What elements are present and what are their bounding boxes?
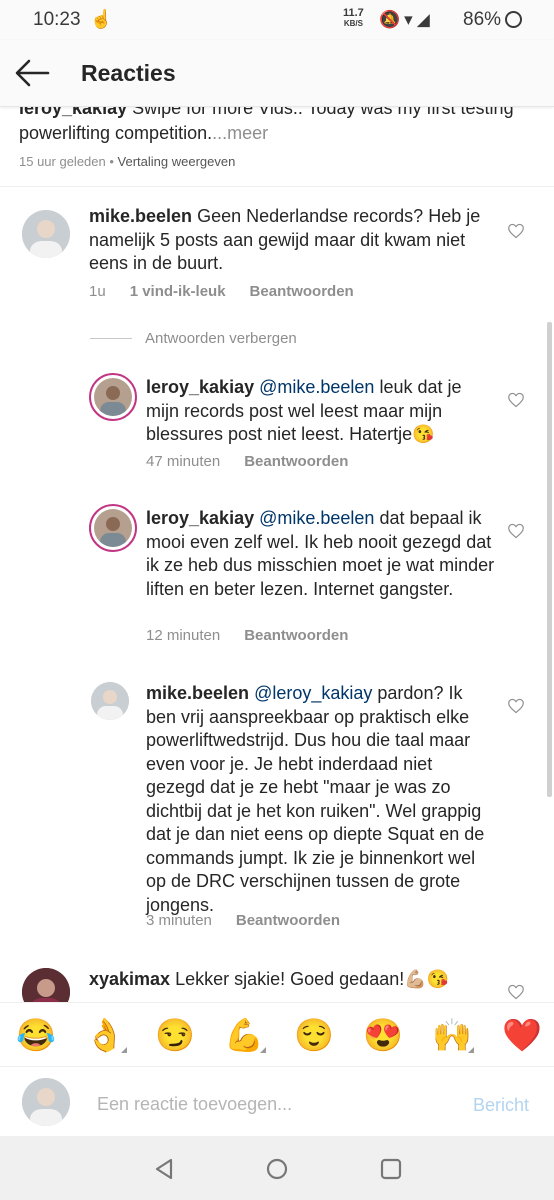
scrollbar[interactable] (547, 322, 552, 797)
avatar-photo (91, 682, 129, 720)
caption-username[interactable]: leroy_kakiay (19, 106, 127, 118)
emoji-red-heart[interactable]: ❤️ (502, 1017, 542, 1053)
comment-composer: Een reactie toevoegen... Bericht (0, 1066, 554, 1137)
avatar (94, 378, 132, 416)
avatar-photo (22, 1078, 70, 1126)
skin-tone-indicator (121, 1047, 127, 1053)
reply-mention[interactable]: @leroy_kakiay (254, 683, 372, 703)
reply-meta: 12 minuten Beantwoorden (146, 627, 348, 644)
like-heart-icon[interactable] (507, 392, 525, 408)
battery-icon (505, 11, 522, 28)
comment-username[interactable]: mike.beelen (89, 206, 192, 226)
status-time: 10:23 (33, 9, 81, 30)
network-speed: 11.7 KB/S (343, 7, 364, 29)
status-bar: 10:23 ☝ 11.7 KB/S 🔕▾◢ 86% (0, 0, 554, 40)
replies-divider (90, 338, 132, 339)
reply-mention[interactable]: @mike.beelen (259, 377, 374, 397)
reply-button[interactable]: Beantwoorden (244, 453, 348, 470)
comment-meta: 1u 1 vind-ik-leuk Beantwoorden (89, 283, 354, 300)
reply-meta: 3 minuten Beantwoorden (146, 912, 340, 929)
emoji-flexed-biceps[interactable]: 💪 (224, 1017, 264, 1053)
comments-list[interactable]: leroy_kakiay Swipe for more Vids.. Today… (0, 106, 554, 1002)
avatar-photo (22, 968, 70, 1002)
avatar[interactable] (22, 210, 70, 258)
page-title: Reacties (81, 60, 176, 86)
status-icons: 🔕▾◢ (379, 10, 434, 30)
reply-mention[interactable]: @mike.beelen (259, 508, 374, 528)
like-count[interactable]: 1 vind-ik-leuk (130, 283, 226, 300)
emoji-heart-eyes[interactable]: 😍 (363, 1017, 403, 1053)
back-arrow-icon[interactable] (14, 58, 50, 88)
reply-text: leroy_kakiay @mike.beelen leuk dat je mi… (146, 377, 462, 444)
caption-divider (0, 186, 554, 187)
emoji-relieved[interactable]: 😌 (294, 1017, 334, 1053)
reply-meta: 47 minuten Beantwoorden (146, 453, 348, 470)
skin-tone-indicator (468, 1047, 474, 1053)
emoji-raising-hands[interactable]: 🙌 (432, 1017, 472, 1053)
emoji-tears-of-joy[interactable]: 😂 (16, 1017, 56, 1053)
comment-text: mike.beelen Geen Nederlandse records? He… (89, 206, 481, 273)
reply-time: 12 minuten (146, 627, 221, 644)
nav-recents-icon[interactable] (379, 1157, 403, 1181)
reply-username[interactable]: mike.beelen (146, 683, 249, 703)
reply-button[interactable]: Beantwoorden (250, 283, 354, 300)
post-button[interactable]: Bericht (473, 1095, 529, 1116)
app-header: Reacties (0, 40, 554, 107)
reply-button[interactable]: Beantwoorden (244, 627, 348, 644)
system-nav-bar (0, 1136, 554, 1200)
emoji-quick-bar: 😂 👌 😏 💪 😌 😍 🙌 ❤️ (0, 1002, 554, 1067)
avatar[interactable] (22, 968, 70, 1002)
avatar (94, 509, 132, 547)
like-heart-icon[interactable] (507, 698, 525, 714)
reply-button[interactable]: Beantwoorden (236, 912, 340, 929)
comment-time: 1u (89, 283, 106, 300)
like-heart-icon[interactable] (507, 984, 525, 1000)
emoji-ok-hand[interactable]: 👌 (85, 1017, 125, 1053)
avatar[interactable] (91, 682, 129, 720)
touch-indicator-icon: ☝ (90, 9, 113, 29)
reply-username[interactable]: leroy_kakiay (146, 377, 254, 397)
like-heart-icon[interactable] (507, 523, 525, 539)
reply-time: 47 minuten (146, 453, 221, 470)
reply-text: leroy_kakiay @mike.beelen dat bepaal ik … (146, 508, 495, 599)
post-caption: leroy_kakiay Swipe for more Vids.. Today… (19, 106, 529, 146)
current-user-avatar (22, 1078, 70, 1126)
wifi-icon: ▾ (404, 10, 417, 29)
like-heart-icon[interactable] (507, 223, 525, 239)
hide-replies-button[interactable]: Antwoorden verbergen (145, 330, 297, 347)
comment-username[interactable]: xyakimax (89, 969, 170, 989)
translate-link[interactable]: Vertaling weergeven (118, 154, 236, 169)
avatar-story-ring[interactable] (89, 504, 137, 552)
nav-back-icon[interactable] (152, 1157, 176, 1181)
emoji-smirk[interactable]: 😏 (155, 1017, 195, 1053)
skin-tone-indicator (260, 1047, 266, 1053)
caption-more-link[interactable]: ...meer (212, 123, 268, 143)
nav-home-icon[interactable] (265, 1157, 289, 1181)
signal-icon: ◢ (416, 10, 434, 29)
avatar-photo (22, 210, 70, 258)
battery-percent: 86% (463, 9, 502, 30)
reply-text: mike.beelen @leroy_kakiay pardon? Ik ben… (146, 683, 485, 915)
caption-time: 15 uur geleden (19, 154, 106, 169)
comment-text: xyakimax Lekker sjakie! Goed gedaan!💪🏼😘 (89, 969, 450, 989)
caption-meta: 15 uur geleden • Vertaling weergeven (19, 154, 236, 169)
comment-input[interactable]: Een reactie toevoegen... (97, 1094, 292, 1115)
reply-time: 3 minuten (146, 912, 212, 929)
reply-username[interactable]: leroy_kakiay (146, 508, 254, 528)
avatar-story-ring[interactable] (89, 373, 137, 421)
mute-icon: 🔕 (379, 10, 405, 29)
